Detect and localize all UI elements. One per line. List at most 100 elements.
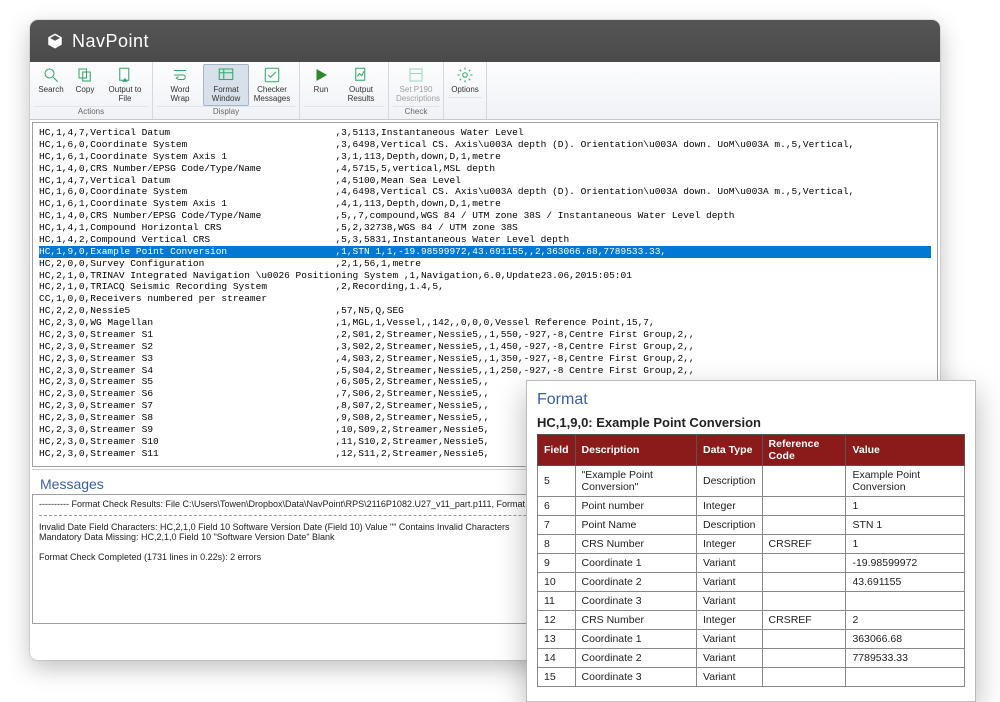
table-cell	[762, 497, 846, 516]
table-cell: STN 1	[846, 516, 965, 535]
table-cell	[762, 516, 846, 535]
set-p190-button: Set P190 Descriptions	[393, 64, 439, 106]
text-line[interactable]: HC,2,2,0,Nessie5 ,57,N5,Q,SEG	[39, 305, 931, 317]
ribbon-button-label: Search	[38, 86, 63, 95]
table-cell: Variant	[697, 554, 763, 573]
set-icon	[407, 66, 425, 84]
table-row[interactable]: 13Coordinate 1Variant 363066.68	[538, 630, 965, 649]
table-cell: 5	[538, 466, 576, 497]
ribbon-button-label: Options	[451, 86, 479, 95]
text-line[interactable]: HC,2,1,0,TRINAV Integrated Navigation \u…	[39, 270, 931, 282]
output-file-button[interactable]: Output to File	[102, 64, 148, 106]
results-icon	[352, 66, 370, 84]
table-cell: Variant	[697, 630, 763, 649]
ribbon: Search Copy Output to File Actions Word Wrap…	[30, 62, 940, 120]
checker-icon	[263, 66, 281, 84]
text-line[interactable]: HC,1,4,0,CRS Number/EPSG Code/Type/Name …	[39, 210, 931, 222]
table-cell: 2	[846, 611, 965, 630]
text-line[interactable]: HC,1,4,1,Compound Horizontal CRS ,5,2,32…	[39, 222, 931, 234]
table-cell: Coordinate 1	[575, 554, 696, 573]
text-line[interactable]: HC,2,3,0,WG Magellan ,1,MGL,1,Vessel,,14…	[39, 317, 931, 329]
format-column-header: Description	[575, 435, 696, 466]
table-row[interactable]: 14Coordinate 2Variant7789533.33	[538, 649, 965, 668]
table-cell	[762, 668, 846, 687]
table-cell: Description	[697, 516, 763, 535]
table-row[interactable]: 15Coordinate 3Variant	[538, 668, 965, 687]
format-column-header: Reference Code	[762, 435, 846, 466]
search-button[interactable]: Search	[34, 64, 68, 106]
text-line[interactable]: HC,1,9,0,Example Point Conversion ,1,STN…	[39, 246, 931, 258]
table-cell: Variant	[697, 649, 763, 668]
table-cell	[762, 630, 846, 649]
table-cell: Coordinate 1	[575, 630, 696, 649]
text-line[interactable]: HC,2,1,0,TRIACQ Seismic Recording System…	[39, 281, 931, 293]
text-line[interactable]: HC,1,6,0,Coordinate System ,4,6498,Verti…	[39, 186, 931, 198]
text-line[interactable]: HC,1,6,0,Coordinate System ,3,6498,Verti…	[39, 139, 931, 151]
table-row[interactable]: 11Coordinate 3Variant	[538, 592, 965, 611]
text-line[interactable]: HC,1,4,7,Vertical Datum ,3,5113,Instanta…	[39, 127, 931, 139]
text-line[interactable]: HC,1,4,7,Vertical Datum ,4,5100,Mean Sea…	[39, 175, 931, 187]
ribbon-group: Word WrapFormat WindowChecker MessagesDi…	[153, 62, 300, 119]
text-line[interactable]: HC,1,6,1,Coordinate System Axis 1 ,3,1,1…	[39, 151, 931, 163]
text-line[interactable]: HC,2,3,0,Streamer S3 ,4,S03,2,Streamer,N…	[39, 353, 931, 365]
ribbon-button-label: Run	[314, 86, 329, 95]
table-row[interactable]: 7Point NameDescriptionSTN 1	[538, 516, 965, 535]
text-line[interactable]: HC,1,4,2,Compound Vertical CRS ,5,3,5831…	[39, 234, 931, 246]
table-cell: Coordinate 2	[575, 649, 696, 668]
table-cell	[762, 649, 846, 668]
table-row[interactable]: 9Coordinate 1Variant-19.98599972	[538, 554, 965, 573]
text-line[interactable]: HC,2,3,0,Streamer S4 ,5,S04,2,Streamer,N…	[39, 365, 931, 377]
copy-button[interactable]: Copy	[68, 64, 102, 106]
text-line[interactable]: HC,1,6,1,Coordinate System Axis 1 ,4,1,1…	[39, 198, 931, 210]
table-cell: Point number	[575, 497, 696, 516]
table-cell: 12	[538, 611, 576, 630]
table-cell: 9	[538, 554, 576, 573]
format-window-button[interactable]: Format Window	[203, 64, 249, 106]
table-cell	[762, 466, 846, 497]
output-file-icon	[116, 66, 134, 84]
ribbon-group-caption: Actions	[34, 106, 148, 118]
run-icon	[312, 66, 330, 84]
table-row[interactable]: 5"Example Point Conversion"DescriptionEx…	[538, 466, 965, 497]
table-cell: Coordinate 3	[575, 668, 696, 687]
format-title: Format	[537, 391, 965, 409]
checker-messages-button[interactable]: Checker Messages	[249, 64, 295, 106]
format-overlay: Format HC,1,9,0: Example Point Conversio…	[526, 380, 976, 702]
table-cell: 14	[538, 649, 576, 668]
text-line[interactable]: HC,2,3,0,Streamer S2 ,3,S02,2,Streamer,N…	[39, 341, 931, 353]
table-cell: 11	[538, 592, 576, 611]
text-line[interactable]: HC,2,3,0,Streamer S1 ,2,S01,2,Streamer,N…	[39, 329, 931, 341]
table-cell: Coordinate 2	[575, 573, 696, 592]
ribbon-button-label: Output to File	[105, 86, 145, 104]
ribbon-group: Run Output Results	[300, 62, 389, 119]
format-column-header: Data Type	[697, 435, 763, 466]
text-line[interactable]: HC,1,4,0,CRS Number/EPSG Code/Type/Name …	[39, 163, 931, 175]
output-results-button[interactable]: Output Results	[338, 64, 384, 106]
run-button[interactable]: Run	[304, 64, 338, 106]
ribbon-button-label: Copy	[76, 86, 95, 95]
table-row[interactable]: 10Coordinate 2Variant43.691155	[538, 573, 965, 592]
table-row[interactable]: 8CRS NumberIntegerCRSREF1	[538, 535, 965, 554]
format-icon	[217, 66, 235, 84]
options-button[interactable]: Options	[448, 64, 482, 97]
table-cell: 6	[538, 497, 576, 516]
ribbon-button-label: Format Window	[206, 86, 246, 104]
table-cell: Description	[697, 466, 763, 497]
table-cell: Integer	[697, 535, 763, 554]
text-line[interactable]: HC,2,0,0,Survey Configuration ,2,1,56,1,…	[39, 258, 931, 270]
table-cell: Variant	[697, 592, 763, 611]
table-cell: 13	[538, 630, 576, 649]
text-line[interactable]: CC,1,0,0,Receivers numbered per streamer	[39, 293, 931, 305]
table-cell: Coordinate 3	[575, 592, 696, 611]
word-wrap-button[interactable]: Word Wrap	[157, 64, 203, 106]
ribbon-group-caption	[448, 97, 482, 100]
table-cell: 363066.68	[846, 630, 965, 649]
table-cell: CRS Number	[575, 611, 696, 630]
table-cell: Variant	[697, 573, 763, 592]
ribbon-group-caption	[304, 106, 384, 109]
app-title: NavPoint	[72, 31, 149, 52]
table-cell: Point Name	[575, 516, 696, 535]
table-row[interactable]: 12CRS NumberIntegerCRSREF2	[538, 611, 965, 630]
table-row[interactable]: 6Point numberInteger1	[538, 497, 965, 516]
ribbon-group: Search Copy Output to File Actions	[30, 62, 153, 119]
